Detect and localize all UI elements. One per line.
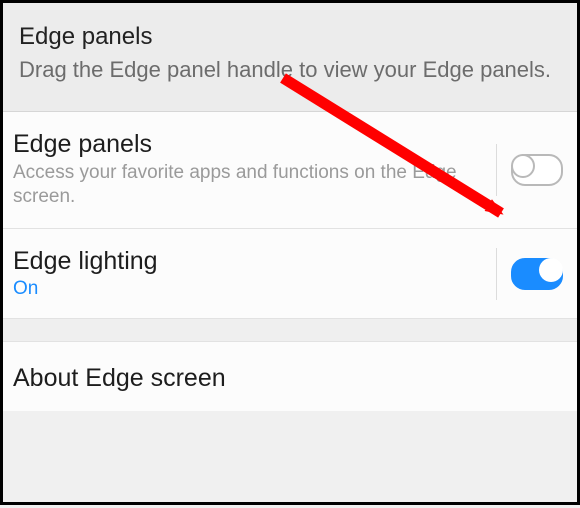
setting-title-edge-panels: Edge panels: [13, 130, 486, 159]
toggle-knob-icon: [539, 258, 563, 282]
setting-status-edge-lighting: On: [13, 278, 486, 300]
setting-row-text: Edge panels Access your favorite apps an…: [13, 130, 496, 210]
section-divider: [3, 319, 577, 342]
edge-lighting-toggle[interactable]: [511, 258, 563, 290]
toggle-knob-icon: [511, 154, 535, 178]
setting-description-edge-panels: Access your favorite apps and functions …: [13, 161, 486, 210]
setting-title-edge-lighting: Edge lighting: [13, 247, 486, 276]
settings-header: Edge panels Drag the Edge panel handle t…: [3, 3, 577, 112]
setting-row-edge-lighting[interactable]: Edge lighting On: [3, 229, 577, 319]
page-title: Edge panels: [19, 23, 561, 51]
toggle-container: [496, 144, 563, 196]
setting-row-edge-panels[interactable]: Edge panels Access your favorite apps an…: [3, 112, 577, 229]
edge-panels-toggle[interactable]: [511, 154, 563, 186]
toggle-container: [496, 248, 563, 300]
setting-row-text: Edge lighting On: [13, 247, 496, 300]
setting-title-about: About Edge screen: [13, 364, 567, 393]
setting-row-about[interactable]: About Edge screen: [3, 342, 577, 411]
page-description: Drag the Edge panel handle to view your …: [19, 55, 561, 85]
settings-list: Edge panels Access your favorite apps an…: [3, 112, 577, 411]
